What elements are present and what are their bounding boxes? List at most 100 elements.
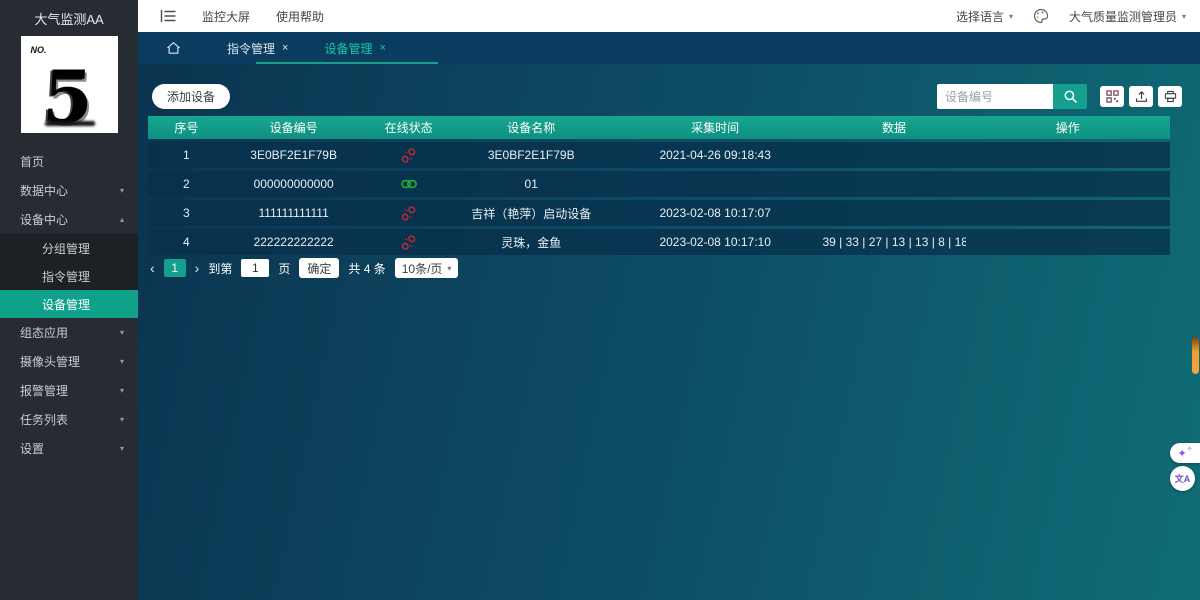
column-header: 在线状态 [363, 119, 455, 136]
nav-monitor-screen[interactable]: 监控大屏 [202, 8, 250, 25]
qr-code-button[interactable] [1100, 86, 1124, 107]
sidebar-item-configuration-app[interactable]: 组态应用 ▾ [0, 318, 138, 347]
translate-button[interactable]: 文A [1170, 466, 1195, 491]
prev-page-button[interactable]: ‹ [150, 260, 155, 276]
chevron-up-icon: ▴ [120, 215, 124, 224]
user-name: 大气质量监测管理员 [1069, 8, 1177, 25]
close-icon[interactable]: × [379, 42, 385, 54]
chevron-down-icon: ▾ [1009, 12, 1013, 21]
sidebar-item-label: 首页 [20, 153, 44, 170]
sidebar-item-data-center[interactable]: 数据中心 ▾ [0, 176, 138, 205]
sidebar-item-label: 设备管理 [42, 296, 90, 313]
collect-time: 2023-02-08 10:17:07 [608, 206, 823, 220]
add-device-button[interactable]: 添加设备 [152, 84, 230, 109]
next-page-button[interactable]: › [195, 260, 200, 276]
topbar: 监控大屏 使用帮助 选择语言 ▾ 大气质量监测管理员 ▾ [138, 0, 1200, 32]
close-icon[interactable]: × [282, 42, 288, 54]
offline-icon [363, 206, 455, 221]
device-name: 吉祥（艳萍）启动设备 [455, 205, 608, 222]
column-header: 序号 [148, 119, 225, 136]
goto-page-input[interactable] [241, 259, 269, 277]
sidebar-item-label: 数据中心 [20, 182, 68, 199]
sidebar-item-alarm-management[interactable]: 报警管理 ▾ [0, 376, 138, 405]
chevron-down-icon: ▾ [447, 264, 451, 273]
table-tools [1100, 86, 1182, 107]
column-header: 数据 [822, 119, 965, 136]
chevron-down-icon: ▾ [120, 186, 124, 195]
sidebar-item-home[interactable]: 首页 [0, 147, 138, 176]
goto-confirm-button[interactable]: 确定 [299, 258, 339, 278]
collect-time: 2023-02-08 10:17:10 [608, 235, 823, 249]
sidebar-item-command-management[interactable]: 指令管理 [0, 262, 138, 290]
active-tab-underline [256, 62, 438, 64]
app-title: 大气监测AA [0, 0, 138, 28]
sidebar-item-label: 分组管理 [42, 240, 90, 257]
offline-icon [363, 235, 455, 250]
chevron-down-icon: ▾ [120, 386, 124, 395]
column-header: 采集时间 [608, 119, 823, 136]
scrollbar-thumb[interactable] [1192, 337, 1199, 374]
sidebar: 大气监测AA NO. 5 首页 数据中心 ▾ 设备中心 ▴ 分组管理 指令管理 … [0, 0, 138, 600]
sidebar-menu: 首页 数据中心 ▾ 设备中心 ▴ 分组管理 指令管理 设备管理 组态应用 ▾ 摄… [0, 147, 138, 463]
page-size-select[interactable]: 10条/页 ▾ [395, 258, 459, 278]
main-content: 添加设备 [138, 64, 1200, 600]
goto-label-suffix: 页 [278, 260, 290, 277]
tab-command-management[interactable]: 指令管理 × [227, 40, 288, 57]
search-icon [1063, 89, 1078, 104]
sidebar-item-label: 设备中心 [20, 211, 68, 228]
sidebar-item-label: 设置 [20, 440, 44, 457]
print-button[interactable] [1158, 86, 1182, 107]
table-row: 1 3E0BF2E1F79B 3E0BF2E1F79B 2021-04-26 0… [148, 142, 1170, 168]
page-1-button[interactable]: 1 [164, 259, 186, 277]
user-menu[interactable]: 大气质量监测管理员 ▾ [1069, 8, 1186, 25]
device-number: 3E0BF2E1F79B [225, 148, 363, 162]
device-table: 序号 设备编号 在线状态 设备名称 采集时间 数据 操作 1 3E0BF2E1F… [148, 116, 1170, 255]
device-name: 灵珠，金鱼 [455, 234, 608, 251]
row-index: 3 [148, 206, 225, 220]
logo: NO. 5 [21, 36, 118, 133]
collapse-sidebar-icon[interactable] [160, 9, 176, 23]
tab-label: 设备管理 [324, 40, 372, 57]
row-index: 1 [148, 148, 225, 162]
theme-palette-icon[interactable] [1033, 8, 1049, 24]
sidebar-item-settings[interactable]: 设置 ▾ [0, 434, 138, 463]
sidebar-item-camera-management[interactable]: 摄像头管理 ▾ [0, 347, 138, 376]
sidebar-item-device-center[interactable]: 设备中心 ▴ [0, 205, 138, 234]
column-header: 操作 [966, 119, 1170, 136]
nav-help[interactable]: 使用帮助 [276, 8, 324, 25]
sparkle-icon: ✦ [1177, 447, 1186, 460]
online-icon [363, 177, 455, 191]
sidebar-item-label: 组态应用 [20, 324, 68, 341]
export-button[interactable] [1129, 86, 1153, 107]
sidebar-item-task-list[interactable]: 任务列表 ▾ [0, 405, 138, 434]
tab-label: 指令管理 [227, 40, 275, 57]
device-name: 01 [455, 177, 608, 191]
column-header: 设备编号 [225, 119, 363, 136]
chevron-down-icon: ▾ [120, 415, 124, 424]
home-icon[interactable] [166, 41, 181, 55]
sidebar-item-group-management[interactable]: 分组管理 [0, 234, 138, 262]
table-header-row: 序号 设备编号 在线状态 设备名称 采集时间 数据 操作 [148, 116, 1170, 139]
device-center-submenu: 分组管理 指令管理 设备管理 [0, 234, 138, 318]
page-size-value: 10条/页 [402, 260, 443, 277]
device-number: 222222222222 [225, 235, 363, 249]
export-icon [1135, 90, 1148, 103]
device-data: 39 | 33 | 27 | 13 | 13 | 8 | 18 | 0 | 0 … [822, 235, 965, 249]
translate-icon: 文A [1175, 472, 1191, 485]
row-index: 2 [148, 177, 225, 191]
sidebar-item-label: 任务列表 [20, 411, 68, 428]
search-button[interactable] [1053, 84, 1087, 109]
sparkle-icon: ✧ [1187, 445, 1193, 453]
ai-sparkle-button[interactable]: ✦ ✧ [1170, 443, 1200, 463]
sidebar-item-label: 报警管理 [20, 382, 68, 399]
total-count: 共 4 条 [348, 260, 385, 277]
column-header: 设备名称 [455, 119, 608, 136]
language-selector[interactable]: 选择语言 ▾ [956, 8, 1013, 25]
row-index: 4 [148, 235, 225, 249]
qr-code-icon [1106, 90, 1119, 103]
sidebar-item-device-management[interactable]: 设备管理 [0, 290, 138, 318]
search-input[interactable] [937, 84, 1053, 109]
table-row: 3 111111111111 吉祥（艳萍）启动设备 2023-02-08 10:… [148, 200, 1170, 226]
chevron-down-icon: ▾ [120, 357, 124, 366]
tab-device-management[interactable]: 设备管理 × [324, 40, 385, 57]
